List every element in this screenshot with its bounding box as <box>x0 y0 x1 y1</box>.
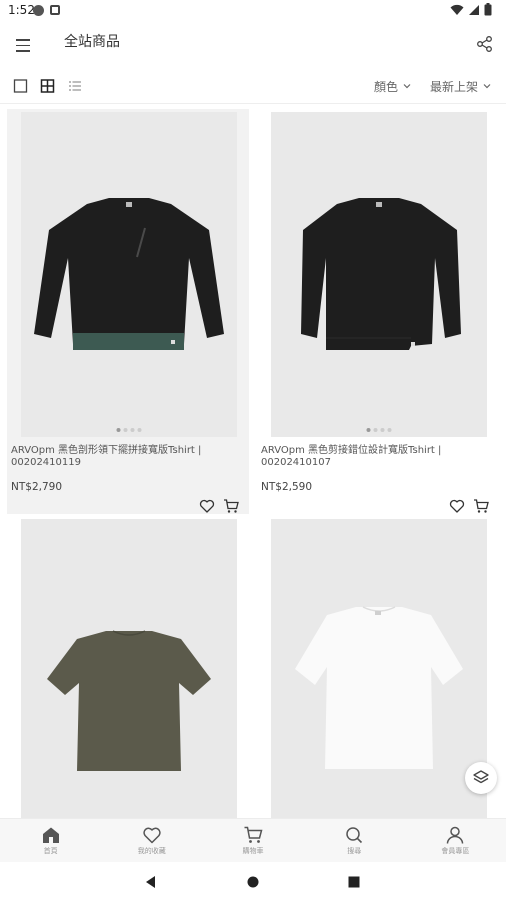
cart-icon <box>224 499 239 513</box>
nav-item-favorites[interactable]: 我的收藏 <box>101 819 202 862</box>
product-name[interactable]: ARVOpm 黑色剪接錯位設計寬版Tshirt | 00202410107 <box>261 445 495 469</box>
layers-button[interactable] <box>465 762 497 794</box>
product-price: NT$2,790 <box>11 481 63 493</box>
heart-icon <box>199 499 215 513</box>
recents-square-icon <box>348 876 360 888</box>
system-navigation-bar <box>0 862 506 900</box>
grid-view-button[interactable] <box>39 77 57 95</box>
single-view-button[interactable] <box>12 77 30 95</box>
color-filter-label: 顏色 <box>374 79 399 94</box>
share-icon <box>477 36 492 52</box>
product-price: NT$2,590 <box>261 481 313 493</box>
app-bar: 全站商品 <box>0 22 506 68</box>
menu-icon-line <box>16 50 30 52</box>
product-image[interactable] <box>21 519 237 818</box>
product-card[interactable] <box>7 519 249 818</box>
product-card[interactable] <box>257 519 499 818</box>
cart-icon <box>244 826 263 843</box>
status-time: 1:52 <box>8 3 35 17</box>
color-filter-dropdown[interactable]: 顏色 <box>374 76 412 96</box>
product-image[interactable] <box>21 112 237 437</box>
nav-label: 搜尋 <box>347 847 362 855</box>
product-actions <box>449 498 489 514</box>
app-notification-icon <box>50 5 60 15</box>
bottom-navigation: 首頁 我的收藏 購物車 搜尋 會員專區 <box>0 818 506 862</box>
user-icon <box>447 826 464 844</box>
list-view-button[interactable] <box>66 77 84 95</box>
product-name[interactable]: ARVOpm 黑色剖形領下擺拼接寬版Tshirt | 00202410119 <box>11 445 245 469</box>
nav-label: 會員專區 <box>441 847 470 855</box>
chevron-down-icon <box>403 84 411 89</box>
search-icon <box>346 827 363 844</box>
tshirt-image <box>295 606 463 769</box>
nav-label: 購物車 <box>242 847 264 855</box>
notification-dot-icon <box>33 5 44 16</box>
image-pagination-dots <box>366 428 392 432</box>
grid-icon <box>40 79 55 93</box>
nav-item-search[interactable]: 搜尋 <box>304 819 405 862</box>
layers-icon <box>473 770 489 784</box>
product-actions <box>199 498 239 514</box>
menu-icon-line <box>16 39 30 41</box>
sort-label: 最新上架 <box>430 79 479 94</box>
product-grid: ARVOpm 黑色剖形領下擺拼接寬版Tshirt | 00202410119 N… <box>0 105 506 818</box>
home-icon <box>42 827 59 843</box>
home-system-button[interactable] <box>246 874 260 893</box>
favorite-button[interactable] <box>449 498 465 514</box>
product-image[interactable] <box>271 112 487 437</box>
wifi-icon <box>450 4 464 15</box>
add-to-cart-button[interactable] <box>223 498 239 514</box>
status-bar: 1:52 <box>0 0 506 22</box>
list-icon <box>69 81 81 91</box>
nav-item-home[interactable]: 首頁 <box>0 819 101 862</box>
nav-label: 首頁 <box>43 847 58 855</box>
image-pagination-dots <box>116 428 142 432</box>
recents-button[interactable] <box>347 874 361 893</box>
page-title: 全站商品 <box>64 34 120 50</box>
product-image[interactable] <box>271 519 487 818</box>
home-circle-icon <box>247 876 259 888</box>
tshirt-image <box>47 630 211 771</box>
back-triangle-icon <box>146 876 155 888</box>
nav-item-member[interactable]: 會員專區 <box>405 819 506 862</box>
nav-item-cart[interactable]: 購物車 <box>202 819 303 862</box>
share-button[interactable] <box>474 33 496 55</box>
menu-button[interactable] <box>12 35 34 57</box>
list-toolbar: 顏色 最新上架 <box>0 68 506 104</box>
sort-dropdown[interactable]: 最新上架 <box>430 76 492 96</box>
product-card[interactable]: ARVOpm 黑色剪接錯位設計寬版Tshirt | 00202410107 NT… <box>257 109 499 514</box>
battery-icon <box>484 3 492 16</box>
back-button[interactable] <box>144 874 158 893</box>
chevron-down-icon <box>483 84 491 89</box>
cart-icon <box>474 499 489 513</box>
single-column-icon <box>13 79 28 93</box>
add-to-cart-button[interactable] <box>473 498 489 514</box>
heart-icon <box>449 499 465 513</box>
favorite-button[interactable] <box>199 498 215 514</box>
menu-icon-line <box>16 44 30 47</box>
heart-icon <box>143 827 161 844</box>
status-indicators <box>450 3 492 16</box>
longsleeve-shirt-image <box>301 198 461 350</box>
longsleeve-shirt-image <box>34 198 224 350</box>
nav-label: 我的收藏 <box>137 847 166 855</box>
product-card[interactable]: ARVOpm 黑色剖形領下擺拼接寬版Tshirt | 00202410119 N… <box>7 109 249 514</box>
signal-icon <box>469 4 479 15</box>
